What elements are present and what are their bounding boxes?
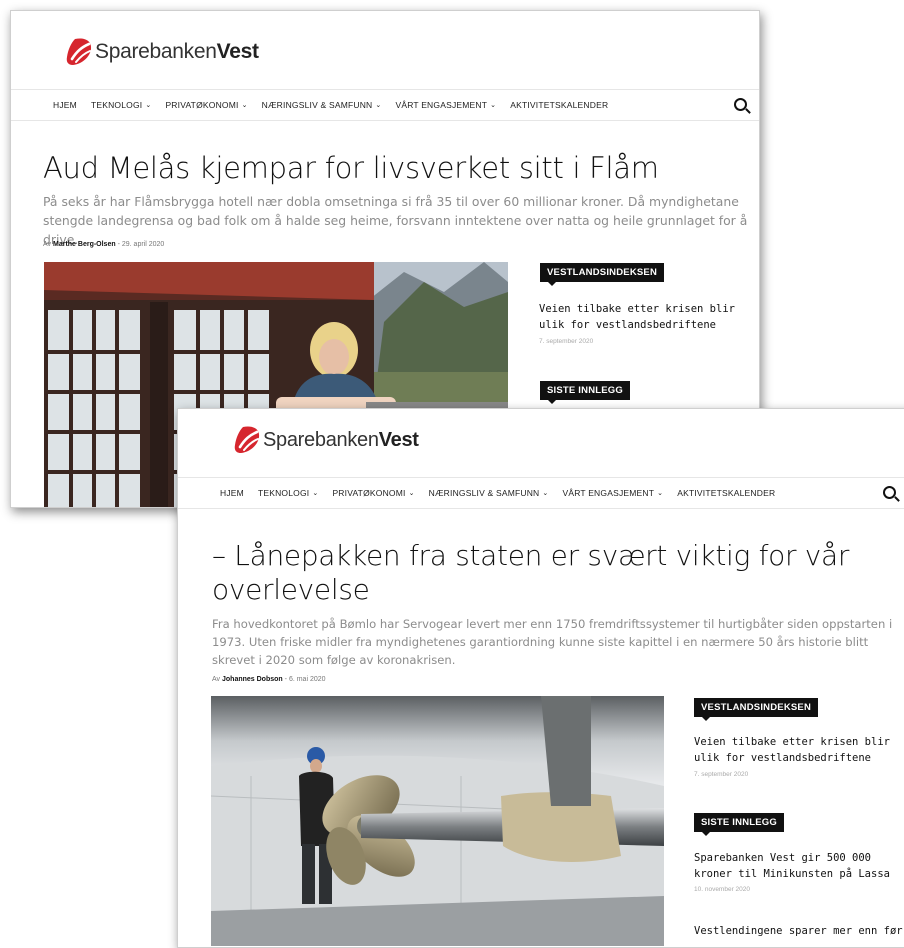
nav-item-aktivitetskalender[interactable]: AKTIVITETSKALENDER: [677, 488, 775, 498]
sidebar-article-link[interactable]: Sparebanken Vest gir 500 000 kroner til …: [694, 850, 904, 882]
nav-item-privatokonomi[interactable]: PRIVATØKONOMI ⌄: [332, 488, 414, 498]
chevron-down-icon: ⌄: [375, 102, 382, 109]
nav-item-naeringsliv[interactable]: NÆRINGSLIV & SAMFUNN ⌄: [429, 488, 549, 498]
sidebar-article-date: 10. november 2020: [694, 886, 751, 893]
search-icon[interactable]: [734, 98, 747, 111]
nav-item-hjem[interactable]: HJEM: [220, 488, 244, 498]
author-link[interactable]: Marthe Berg-Olsen: [53, 241, 116, 248]
nav-item-hjem[interactable]: HJEM: [53, 100, 77, 110]
sidebar-article-link[interactable]: Vestlendingene sparer mer enn før: [694, 923, 904, 939]
nav-item-naeringsliv[interactable]: NÆRINGSLIV & SAMFUNN ⌄: [262, 100, 382, 110]
main-navigation: HJEM TEKNOLOGI ⌄ PRIVATØKONOMI ⌄ NÆRINGSLI…: [178, 477, 904, 509]
article-date: 6. mai 2020: [288, 676, 326, 683]
nav-item-engasjement[interactable]: VÅRT ENGASJEMENT ⌄: [395, 100, 496, 110]
nav-item-privatokonomi[interactable]: PRIVATØKONOMI ⌄: [165, 100, 247, 110]
brand-mark-icon: [66, 38, 92, 65]
nav-item-teknologi[interactable]: TEKNOLOGI ⌄: [91, 100, 151, 110]
article-title: Aud Melås kjempar for livsverket sitt i …: [43, 151, 659, 185]
chevron-down-icon: ⌄: [145, 102, 152, 109]
article-date: 29. april 2020: [121, 241, 165, 248]
sidebar-article-link[interactable]: Veien tilbake etter krisen blir ulik for…: [539, 301, 751, 333]
brand-name: SparebankenVest: [95, 40, 259, 63]
article-lead: Fra hovedkontoret på Bømlo har Servogear…: [212, 617, 893, 667]
chevron-down-icon: ⌄: [490, 102, 497, 109]
chevron-down-icon: ⌄: [542, 490, 549, 497]
chevron-down-icon: ⌄: [241, 102, 248, 109]
author-link[interactable]: Johannes Dobson: [222, 676, 283, 683]
article-screenshot-2: SparebankenVest HJEM TEKNOLOGI ⌄ PRIVATØK…: [177, 408, 904, 948]
brand-mark-icon: [234, 426, 260, 453]
sidebar-article-link[interactable]: Veien tilbake etter krisen blir ulik for…: [694, 734, 904, 766]
sidebar-section-label[interactable]: SISTE INNLEGG: [694, 813, 784, 836]
sidebar-section-label[interactable]: SISTE INNLEGG: [540, 381, 630, 404]
sidebar-article-date: 7. september 2020: [694, 771, 749, 778]
sidebar-section-label[interactable]: VESTLANDSINDEKSEN: [694, 698, 819, 721]
site-logo[interactable]: SparebankenVest: [233, 425, 419, 455]
chevron-down-icon: ⌄: [312, 490, 319, 497]
main-navigation: HJEM TEKNOLOGI ⌄ PRIVATØKONOMI ⌄ NÆRINGSLI…: [11, 89, 759, 121]
article-byline: Av Marthe Berg-Olsen - 29. april 2020: [43, 241, 165, 248]
search-icon[interactable]: [883, 486, 896, 499]
chevron-down-icon: ⌄: [657, 490, 664, 497]
nav-item-engasjement[interactable]: VÅRT ENGASJEMENT ⌄: [562, 488, 663, 498]
article-title: – Lånepakken fra staten er svært viktig …: [212, 539, 850, 606]
chevron-down-icon: ⌄: [408, 490, 415, 497]
nav-item-aktivitetskalender[interactable]: AKTIVITETSKALENDER: [510, 100, 608, 110]
sidebar-section-label[interactable]: VESTLANDSINDEKSEN: [540, 263, 665, 286]
article-byline: Av Johannes Dobson - 6. mai 2020: [212, 676, 326, 683]
sidebar-article-date: 7. september 2020: [539, 338, 594, 345]
article-photo: [211, 696, 664, 946]
nav-item-teknologi[interactable]: TEKNOLOGI ⌄: [258, 488, 318, 498]
site-logo[interactable]: SparebankenVest: [65, 37, 259, 67]
brand-name: SparebankenVest: [263, 428, 419, 451]
